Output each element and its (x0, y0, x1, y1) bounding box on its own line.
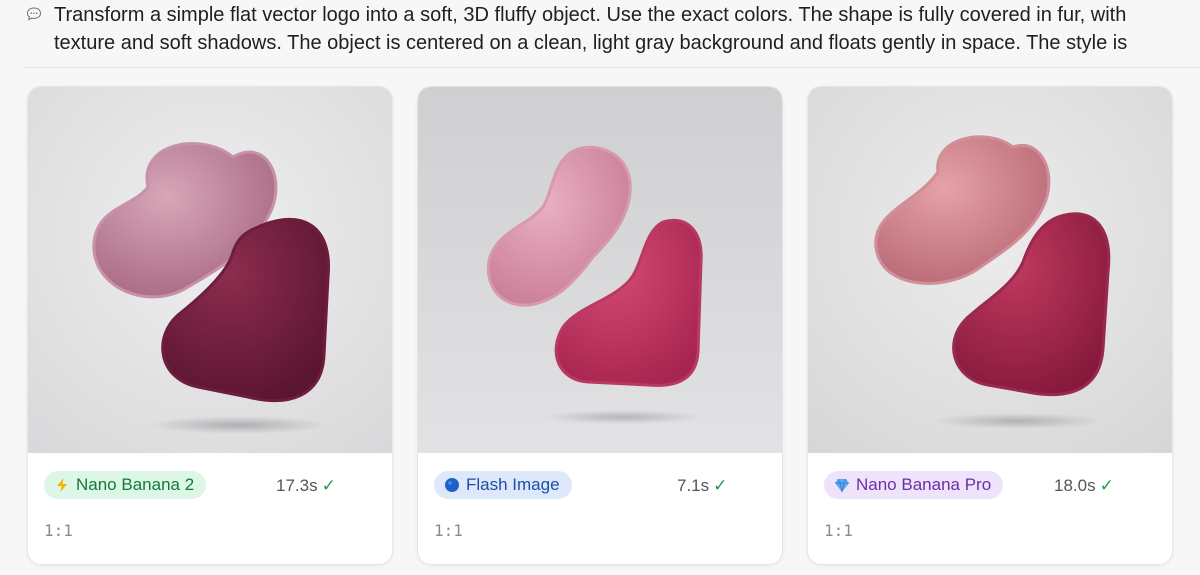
chat-bubble-icon (26, 7, 42, 21)
model-name: Nano Banana 2 (76, 475, 195, 494)
lightning-icon (54, 477, 70, 493)
aspect-ratio: 1:1 (434, 521, 463, 540)
model-name: Nano Banana Pro (856, 475, 992, 494)
time-value: 7.1s (677, 476, 710, 495)
result-image[interactable] (808, 87, 1172, 453)
blue-circle-icon (444, 477, 460, 493)
result-image[interactable] (28, 87, 392, 453)
time-value: 18.0s (1054, 476, 1096, 495)
result-image[interactable] (418, 87, 782, 453)
generation-time: 7.1s ✓ (677, 476, 727, 496)
model-name: Flash Image (466, 475, 560, 494)
result-card[interactable]: Nano Banana Pro 18.0s ✓ 1:1 (807, 86, 1173, 565)
time-value: 17.3s (276, 476, 318, 495)
generation-time: 17.3s ✓ (276, 476, 336, 496)
result-card[interactable]: Flash Image 7.1s ✓ 1:1 (417, 86, 783, 565)
aspect-ratio: 1:1 (44, 521, 73, 540)
model-badge: Nano Banana Pro (824, 471, 1004, 499)
result-card[interactable]: Nano Banana 2 17.3s ✓ 1:1 (27, 86, 393, 565)
model-badge: Flash Image (434, 471, 572, 499)
model-badge: Nano Banana 2 (44, 471, 207, 499)
aspect-ratio: 1:1 (824, 521, 853, 540)
gem-icon (834, 477, 850, 493)
check-icon: ✓ (1099, 476, 1114, 495)
divider (24, 67, 1200, 68)
generation-time: 18.0s ✓ (1054, 476, 1114, 496)
check-icon: ✓ (713, 476, 728, 495)
prompt-text: Transform a simple flat vector logo into… (54, 4, 1128, 54)
check-icon: ✓ (321, 476, 336, 495)
prompt-bar: Transform a simple flat vector logo into… (22, 0, 1200, 68)
